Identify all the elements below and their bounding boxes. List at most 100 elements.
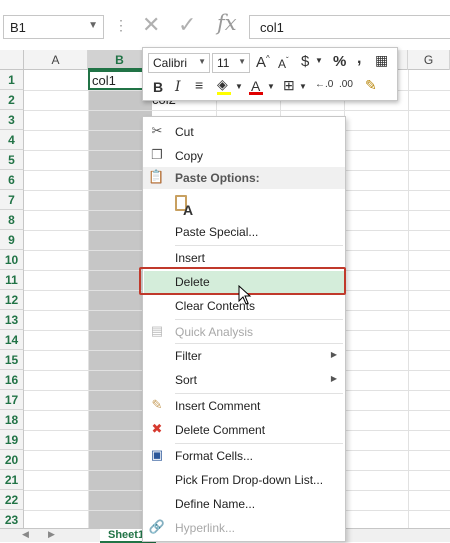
gridline	[408, 70, 409, 528]
menu-item-insert-comment[interactable]: ✎ Insert Comment	[143, 395, 345, 417]
grow-font-icon[interactable]: A^	[256, 54, 270, 71]
row-header-20[interactable]: 20	[0, 450, 24, 470]
font-name-select[interactable]: Calibri ▼	[148, 53, 210, 73]
menu-item-quick-analysis: ▤ Quick Analysis	[143, 321, 345, 343]
cancel-icon[interactable]: ✕	[142, 12, 160, 38]
format-cells-icon: ▣	[150, 447, 164, 462]
column-header-a[interactable]: A	[24, 50, 88, 70]
menu-item-define-name[interactable]: Define Name...	[143, 493, 345, 515]
row-header-1[interactable]: 1	[0, 70, 24, 90]
menu-item-copy[interactable]: ❐ Copy	[143, 145, 345, 167]
shrink-font-icon[interactable]: Aˇ	[278, 56, 289, 71]
row-header-8[interactable]: 8	[0, 210, 24, 230]
align-center-icon[interactable]: ≡	[195, 77, 203, 93]
chevron-down-icon[interactable]: ▼	[238, 57, 246, 66]
chevron-down-icon[interactable]: ▼	[315, 56, 323, 65]
comma-button[interactable]: ,	[357, 50, 361, 68]
delete-comment-icon: ✖	[151, 421, 163, 436]
row-header-15[interactable]: 15	[0, 350, 24, 370]
menu-separator	[175, 245, 343, 246]
gridline	[24, 110, 450, 111]
comment-icon: ✎	[151, 397, 163, 412]
row-header-2[interactable]: 2	[0, 90, 24, 110]
menu-item-format-cells[interactable]: ▣ Format Cells...	[143, 445, 345, 467]
hyperlink-icon: 🔗	[148, 519, 166, 534]
row-header-3[interactable]: 3	[0, 110, 24, 130]
format-table-icon[interactable]: ▦	[375, 52, 388, 69]
row-header-12[interactable]: 12	[0, 290, 24, 310]
menu-item-pick-from-list[interactable]: Pick From Drop-down List...	[143, 469, 345, 491]
formula-bar: B1 ▼ ⋮ ✕ ✓ fx col1	[0, 0, 450, 50]
formula-input[interactable]: col1	[249, 15, 450, 39]
italic-button[interactable]: I	[175, 79, 181, 95]
mini-toolbar: Calibri ▼ 11 ▼ A^ Aˇ $ ▼ % , ▦ B I ≡ ◈ ▼…	[142, 47, 398, 101]
menu-separator	[175, 393, 343, 394]
menu-item-hyperlink: 🔗 Hyperlink...	[148, 519, 236, 535]
quick-analysis-icon: ▤	[150, 323, 164, 338]
column-header-g[interactable]: G	[408, 50, 450, 70]
menu-separator	[175, 343, 343, 344]
paste-values-icon[interactable]: A	[173, 193, 197, 219]
row-header-4[interactable]: 4	[0, 130, 24, 150]
chevron-down-icon[interactable]: ▼	[267, 82, 275, 91]
select-all-corner[interactable]	[0, 50, 24, 70]
font-color-swatch	[249, 92, 263, 95]
row-header-19[interactable]: 19	[0, 430, 24, 450]
menu-separator	[175, 443, 343, 444]
menu-item-sort[interactable]: Sort ▶	[143, 369, 345, 391]
row-header-11[interactable]: 11	[0, 270, 24, 290]
percent-button[interactable]: %	[333, 53, 346, 70]
chevron-right-icon: ▶	[330, 374, 337, 383]
fill-color-swatch	[217, 92, 231, 95]
row-header-21[interactable]: 21	[0, 470, 24, 490]
menu-item-delete-comment[interactable]: ✖ Delete Comment	[143, 419, 345, 441]
context-menu: ✂ Cut ❐ Copy 📋 Paste Options: A Paste Sp…	[142, 116, 346, 542]
row-header-23[interactable]: 23	[0, 510, 24, 530]
font-size-value: 11	[217, 56, 230, 70]
chevron-down-icon[interactable]: ▼	[299, 82, 307, 91]
menu-item-paste-special[interactable]: Paste Special...	[143, 221, 345, 243]
font-name-value: Calibri	[153, 56, 188, 70]
chevron-right-icon: ▶	[330, 350, 337, 359]
formula-value: col1	[260, 20, 284, 35]
menu-item-filter[interactable]: Filter ▶	[143, 345, 345, 367]
font-size-select[interactable]: 11 ▼	[212, 53, 250, 73]
row-header-18[interactable]: 18	[0, 410, 24, 430]
fill-color-icon[interactable]: ◈	[217, 76, 228, 93]
row-header-14[interactable]: 14	[0, 330, 24, 350]
chevron-down-icon[interactable]: ▼	[235, 82, 243, 91]
name-box[interactable]: B1 ▼	[3, 15, 104, 39]
menu-item-insert[interactable]: Insert	[143, 247, 345, 269]
copy-icon: ❐	[151, 147, 163, 162]
row-header-7[interactable]: 7	[0, 190, 24, 210]
scroll-left-icon[interactable]: ◀	[22, 529, 29, 540]
paste-options-header: 📋 Paste Options:	[143, 167, 345, 189]
row-header-22[interactable]: 22	[0, 490, 24, 510]
row-header-5[interactable]: 5	[0, 150, 24, 170]
insert-function-icon[interactable]: fx	[217, 11, 237, 35]
increase-decimal-icon[interactable]: ←.0	[315, 79, 333, 90]
scissors-icon: ✂	[151, 123, 163, 138]
row-header-13[interactable]: 13	[0, 310, 24, 330]
row-header-9[interactable]: 9	[0, 230, 24, 250]
row-header-10[interactable]: 10	[0, 250, 24, 270]
bold-button[interactable]: B	[153, 79, 163, 95]
chevron-down-icon[interactable]: ▼	[88, 20, 98, 31]
row-header-16[interactable]: 16	[0, 370, 24, 390]
name-box-value: B1	[10, 20, 26, 35]
separator-icon: ⋮	[114, 17, 128, 33]
menu-separator	[175, 319, 343, 320]
menu-item-cut[interactable]: ✂ Cut	[143, 121, 345, 143]
decrease-decimal-icon[interactable]: .00	[339, 79, 353, 90]
borders-icon[interactable]: ⊞	[283, 77, 295, 94]
format-painter-icon[interactable]: ✎	[365, 77, 377, 94]
row-header-17[interactable]: 17	[0, 390, 24, 410]
enter-icon[interactable]: ✓	[178, 12, 196, 38]
scroll-right-icon[interactable]: ▶	[48, 529, 55, 540]
clipboard-icon: 📋	[148, 169, 165, 184]
currency-button[interactable]: $	[301, 53, 309, 70]
gridline	[88, 70, 89, 528]
chevron-down-icon[interactable]: ▼	[198, 57, 206, 66]
mouse-cursor-icon	[238, 285, 252, 305]
row-header-6[interactable]: 6	[0, 170, 24, 190]
